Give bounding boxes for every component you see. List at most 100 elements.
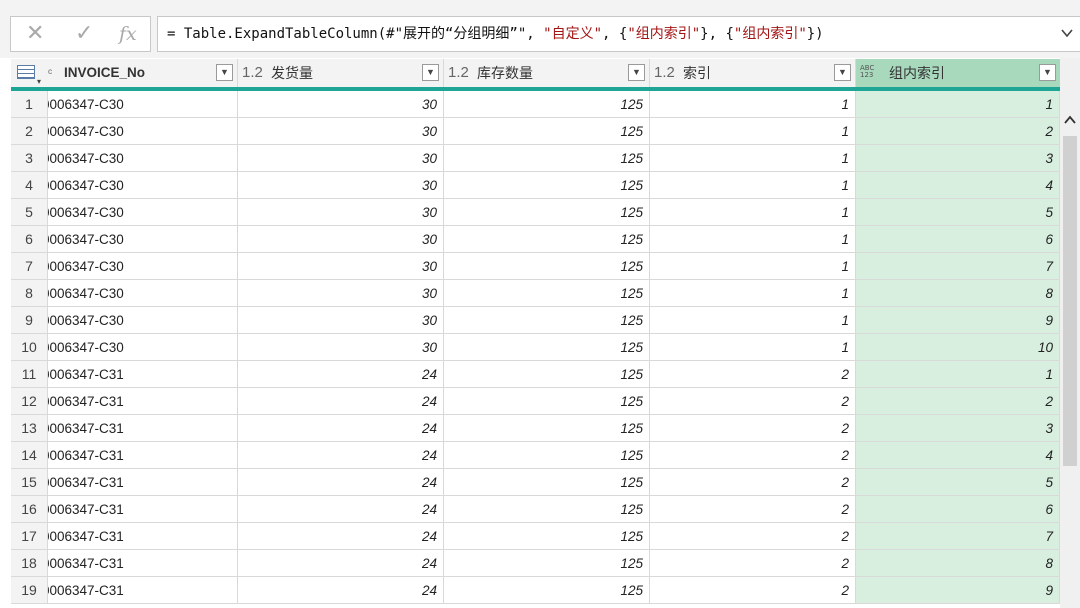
invoice-cell[interactable]: 0006347-C30 — [48, 334, 238, 361]
row-number[interactable]: 16 — [11, 496, 48, 523]
group-index-cell[interactable]: 6 — [856, 226, 1060, 253]
send-qty-cell[interactable]: 30 — [238, 253, 444, 280]
group-index-cell[interactable]: 10 — [856, 334, 1060, 361]
send-qty-cell[interactable]: 30 — [238, 145, 444, 172]
group-index-cell[interactable]: 2 — [856, 118, 1060, 145]
row-number[interactable]: 5 — [11, 199, 48, 226]
group-index-cell[interactable]: 2 — [856, 388, 1060, 415]
table-menu-button[interactable]: ▾ — [11, 59, 48, 87]
stock-qty-cell[interactable]: 125 — [444, 334, 650, 361]
group-index-cell[interactable]: 9 — [856, 307, 1060, 334]
invoice-cell[interactable]: 0006347-C31 — [48, 361, 238, 388]
text-type-icon[interactable]: ᶜ — [48, 59, 52, 87]
send-qty-cell[interactable]: 24 — [238, 523, 444, 550]
vertical-scrollbar[interactable] — [1060, 58, 1080, 608]
filter-dropdown-icon[interactable]: ▼ — [216, 64, 233, 81]
column-header-index[interactable]: 1.2 索引 ▼ — [650, 59, 856, 87]
stock-qty-cell[interactable]: 125 — [444, 91, 650, 118]
scrollbar-thumb[interactable] — [1063, 136, 1077, 466]
invoice-cell[interactable]: 0006347-C30 — [48, 118, 238, 145]
invoice-cell[interactable]: 0006347-C30 — [48, 307, 238, 334]
invoice-cell[interactable]: 0006347-C31 — [48, 577, 238, 604]
send-qty-cell[interactable]: 24 — [238, 442, 444, 469]
send-qty-cell[interactable]: 24 — [238, 496, 444, 523]
invoice-cell[interactable]: 0006347-C31 — [48, 523, 238, 550]
column-header-group-index[interactable]: ABC 123 组内索引 ▼ — [856, 59, 1060, 87]
index-cell[interactable]: 1 — [650, 280, 856, 307]
filter-dropdown-icon[interactable]: ▼ — [628, 64, 645, 81]
group-index-cell[interactable]: 3 — [856, 145, 1060, 172]
row-number[interactable]: 6 — [11, 226, 48, 253]
row-number[interactable]: 9 — [11, 307, 48, 334]
index-cell[interactable]: 2 — [650, 415, 856, 442]
index-cell[interactable]: 1 — [650, 172, 856, 199]
index-cell[interactable]: 1 — [650, 145, 856, 172]
send-qty-cell[interactable]: 24 — [238, 577, 444, 604]
invoice-cell[interactable]: 0006347-C30 — [48, 199, 238, 226]
index-cell[interactable]: 1 — [650, 334, 856, 361]
decimal-type-icon[interactable]: 1.2 — [242, 59, 263, 87]
send-qty-cell[interactable]: 30 — [238, 199, 444, 226]
formula-input[interactable]: = Table.ExpandTableColumn(#"展开的“分组明细”", … — [157, 16, 1080, 52]
stock-qty-cell[interactable]: 125 — [444, 523, 650, 550]
group-index-cell[interactable]: 1 — [856, 91, 1060, 118]
row-number[interactable]: 15 — [11, 469, 48, 496]
group-index-cell[interactable]: 5 — [856, 199, 1060, 226]
index-cell[interactable]: 1 — [650, 307, 856, 334]
send-qty-cell[interactable]: 30 — [238, 334, 444, 361]
stock-qty-cell[interactable]: 125 — [444, 469, 650, 496]
send-qty-cell[interactable]: 30 — [238, 91, 444, 118]
invoice-cell[interactable]: 0006347-C31 — [48, 415, 238, 442]
send-qty-cell[interactable]: 24 — [238, 361, 444, 388]
index-cell[interactable]: 2 — [650, 523, 856, 550]
stock-qty-cell[interactable]: 125 — [444, 118, 650, 145]
row-number[interactable]: 1 — [11, 91, 48, 118]
send-qty-cell[interactable]: 30 — [238, 226, 444, 253]
invoice-cell[interactable]: 0006347-C30 — [48, 280, 238, 307]
invoice-cell[interactable]: 0006347-C31 — [48, 388, 238, 415]
group-index-cell[interactable]: 7 — [856, 523, 1060, 550]
stock-qty-cell[interactable]: 125 — [444, 415, 650, 442]
invoice-cell[interactable]: 0006347-C30 — [48, 253, 238, 280]
commit-icon[interactable]: ✓ — [75, 20, 93, 46]
row-number[interactable]: 13 — [11, 415, 48, 442]
row-number[interactable]: 11 — [11, 361, 48, 388]
column-header-invoice[interactable]: ᶜ INVOICE_No ▼ — [48, 59, 238, 87]
row-number[interactable]: 7 — [11, 253, 48, 280]
fx-icon[interactable]: fx — [119, 23, 137, 45]
index-cell[interactable]: 1 — [650, 199, 856, 226]
index-cell[interactable]: 2 — [650, 469, 856, 496]
index-cell[interactable]: 2 — [650, 577, 856, 604]
row-number[interactable]: 19 — [11, 577, 48, 604]
scroll-up-icon[interactable] — [1064, 112, 1076, 128]
stock-qty-cell[interactable]: 125 — [444, 496, 650, 523]
filter-dropdown-icon[interactable]: ▼ — [422, 64, 439, 81]
row-number[interactable]: 14 — [11, 442, 48, 469]
filter-dropdown-icon[interactable]: ▼ — [834, 64, 851, 81]
decimal-type-icon[interactable]: 1.2 — [448, 59, 469, 87]
row-number[interactable]: 10 — [11, 334, 48, 361]
group-index-cell[interactable]: 3 — [856, 415, 1060, 442]
send-qty-cell[interactable]: 30 — [238, 172, 444, 199]
send-qty-cell[interactable]: 30 — [238, 280, 444, 307]
invoice-cell[interactable]: 0006347-C30 — [48, 226, 238, 253]
index-cell[interactable]: 1 — [650, 91, 856, 118]
group-index-cell[interactable]: 6 — [856, 496, 1060, 523]
index-cell[interactable]: 2 — [650, 496, 856, 523]
row-number[interactable]: 12 — [11, 388, 48, 415]
index-cell[interactable]: 2 — [650, 388, 856, 415]
stock-qty-cell[interactable]: 125 — [444, 199, 650, 226]
stock-qty-cell[interactable]: 125 — [444, 388, 650, 415]
decimal-type-icon[interactable]: 1.2 — [654, 59, 675, 87]
stock-qty-cell[interactable]: 125 — [444, 280, 650, 307]
stock-qty-cell[interactable]: 125 — [444, 253, 650, 280]
index-cell[interactable]: 2 — [650, 361, 856, 388]
invoice-cell[interactable]: 0006347-C30 — [48, 91, 238, 118]
group-index-cell[interactable]: 7 — [856, 253, 1060, 280]
any-type-icon[interactable]: ABC 123 — [860, 65, 876, 79]
send-qty-cell[interactable]: 30 — [238, 118, 444, 145]
row-number[interactable]: 2 — [11, 118, 48, 145]
group-index-cell[interactable]: 9 — [856, 577, 1060, 604]
stock-qty-cell[interactable]: 125 — [444, 307, 650, 334]
invoice-cell[interactable]: 0006347-C31 — [48, 496, 238, 523]
